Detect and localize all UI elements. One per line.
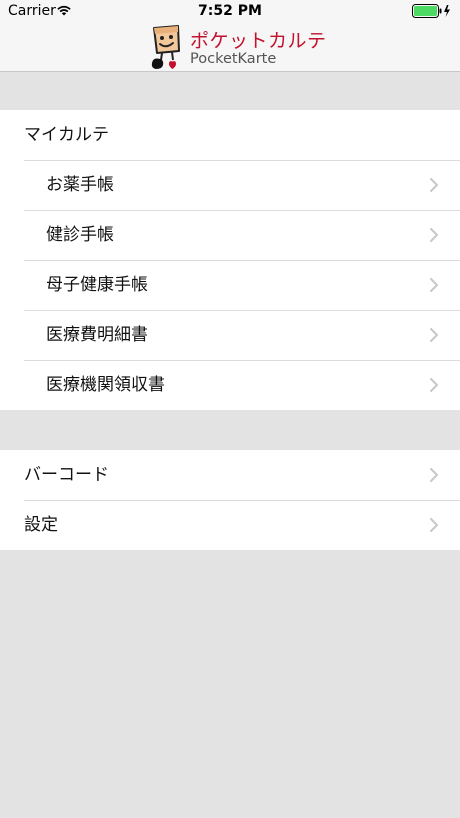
pocketkarte-mascot-logo <box>151 25 180 69</box>
menu-item-maternal-child-handbook[interactable]: 母子健康手帳 <box>0 260 460 310</box>
my-karte-section: マイカルテ お薬手帳 健診手帳 母子健康手帳 医療費明細書 医療機関領収書 <box>0 110 460 410</box>
menu-item-medical-expense-statement[interactable]: 医療費明細書 <box>0 310 460 360</box>
chevron-right-icon <box>430 278 438 292</box>
app-brand: ポケットカルテ PocketKarte <box>0 22 460 70</box>
menu-item-medical-institution-receipt[interactable]: 医療機関領収書 <box>0 360 460 410</box>
app-subtitle: PocketKarte <box>190 51 277 67</box>
menu-item-barcode[interactable]: バーコード <box>0 450 460 500</box>
menu-item-label: バーコード <box>24 465 109 485</box>
menu-item-health-checkup-notebook[interactable]: 健診手帳 <box>0 210 460 260</box>
menu-item-label: 健診手帳 <box>46 225 114 245</box>
menu-item-label: 医療機関領収書 <box>46 375 165 395</box>
menu-item-label: 母子健康手帳 <box>46 275 148 295</box>
menu-item-settings[interactable]: 設定 <box>0 500 460 550</box>
status-time: 7:52 PM <box>198 3 262 19</box>
navigation-bar: Carrier 7:52 PM ポケットカルテ PocketKarte <box>0 0 460 72</box>
menu-item-label: 医療費明細書 <box>46 325 148 345</box>
my-karte-heading: マイカルテ <box>0 110 460 160</box>
other-section: バーコード 設定 <box>0 450 460 550</box>
status-bar: Carrier 7:52 PM <box>0 0 460 24</box>
menu-item-label: お薬手帳 <box>46 175 114 195</box>
chevron-right-icon <box>430 328 438 342</box>
chevron-right-icon <box>430 228 438 242</box>
app-title: ポケットカルテ <box>190 30 327 52</box>
row-separator <box>24 500 460 501</box>
chevron-right-icon <box>430 378 438 392</box>
battery-full-charging-icon <box>412 4 450 18</box>
menu-item-medicine-notebook[interactable]: お薬手帳 <box>0 160 460 210</box>
chevron-right-icon <box>430 518 438 532</box>
chevron-right-icon <box>430 468 438 482</box>
my-karte-heading-label: マイカルテ <box>24 125 109 145</box>
chevron-right-icon <box>430 178 438 192</box>
menu-item-label: 設定 <box>24 515 58 535</box>
